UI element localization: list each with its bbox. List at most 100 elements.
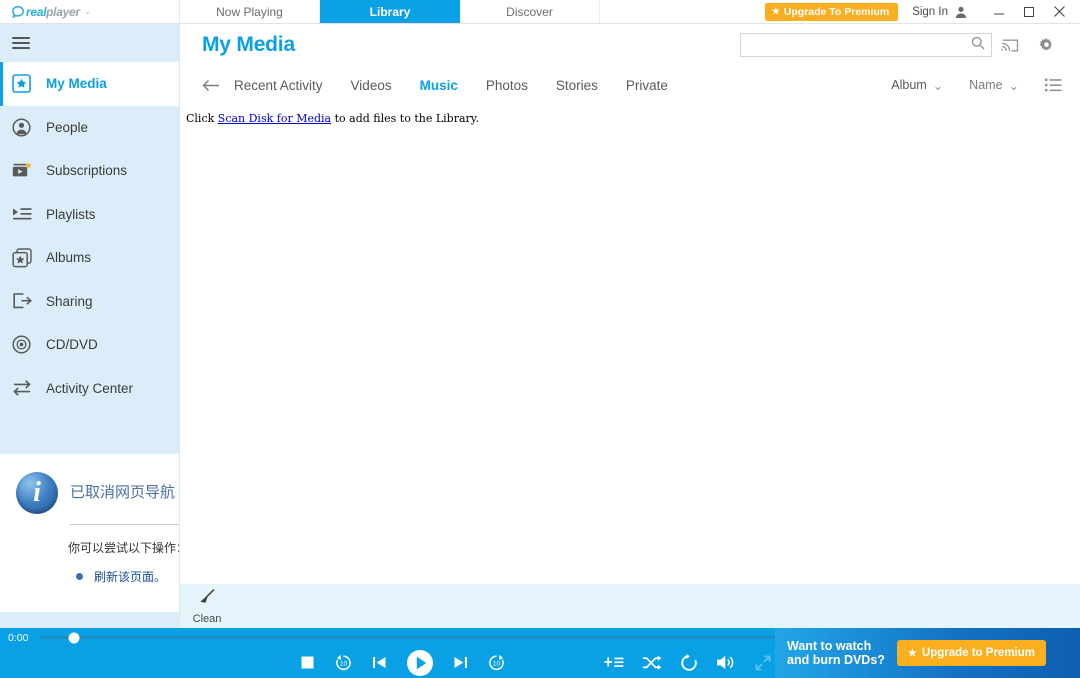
shuffle-button[interactable] bbox=[642, 647, 662, 678]
empty-message-prefix: Click bbox=[186, 112, 218, 125]
broom-icon bbox=[197, 587, 217, 612]
logo-dropdown-caret-icon[interactable]: ⌄ bbox=[84, 6, 92, 17]
cast-icon[interactable] bbox=[992, 31, 1028, 59]
play-button[interactable] bbox=[406, 647, 434, 678]
realplayer-window: realplayer ⌄ Now Playing Library Discove… bbox=[0, 0, 1080, 678]
navigation-canceled-error-panel: i 已取消网页导航 你可以尝试以下操作： 刷新该页面。 bbox=[0, 454, 180, 612]
dvd-promo-line2: and burn DVDs? bbox=[787, 653, 885, 667]
next-track-button[interactable] bbox=[453, 647, 468, 678]
sidebar-toggle-button[interactable] bbox=[0, 24, 179, 62]
sign-in-label: Sign In bbox=[912, 6, 948, 18]
sign-in-button[interactable]: Sign In bbox=[912, 5, 968, 19]
rewind-10-button[interactable]: 10 bbox=[334, 647, 353, 678]
person-icon bbox=[954, 5, 968, 19]
sidebar-item-people[interactable]: People bbox=[0, 106, 179, 150]
close-button[interactable] bbox=[1044, 0, 1074, 24]
group-by-album-dropdown[interactable]: Album ⌄ bbox=[891, 78, 943, 93]
tab-now-playing[interactable]: Now Playing bbox=[180, 0, 320, 23]
minimize-button[interactable] bbox=[984, 0, 1014, 24]
scan-disk-for-media-link[interactable]: Scan Disk for Media bbox=[218, 112, 331, 125]
upgrade-button-label: Upgrade To Premium bbox=[784, 6, 889, 18]
transport-controls: 10 10 bbox=[300, 647, 506, 678]
previous-track-button[interactable] bbox=[372, 647, 387, 678]
realplayer-bubble-logo-icon bbox=[12, 5, 25, 18]
add-to-playlist-button[interactable] bbox=[604, 647, 624, 678]
sidebar-item-label: Playlists bbox=[46, 207, 96, 222]
empty-library-message: Click Scan Disk for Media to add files t… bbox=[180, 104, 1080, 125]
star-icon: ★ bbox=[772, 6, 780, 17]
subtab-photos[interactable]: Photos bbox=[486, 78, 528, 93]
sidebar-item-cd-dvd[interactable]: CD/DVD bbox=[0, 323, 179, 367]
share-arrow-icon bbox=[12, 292, 38, 310]
transfer-arrows-icon bbox=[12, 379, 38, 397]
subtab-recent-activity[interactable]: Recent Activity bbox=[234, 78, 323, 93]
subtab-stories[interactable]: Stories bbox=[556, 78, 598, 93]
clean-button[interactable]: Clean bbox=[180, 584, 234, 625]
bullet-icon bbox=[76, 573, 83, 580]
seek-thumb[interactable] bbox=[69, 632, 80, 643]
sidebar: My Media People Subscriptions bbox=[0, 24, 180, 628]
sidebar-item-label: Albums bbox=[46, 250, 91, 265]
stop-button[interactable] bbox=[300, 647, 315, 678]
header-actions bbox=[740, 31, 1080, 59]
back-arrow-icon[interactable] bbox=[202, 79, 220, 92]
dvd-upgrade-button[interactable]: ★ Upgrade to Premium bbox=[897, 640, 1046, 666]
main-content: My Media bbox=[180, 24, 1080, 628]
sort-by-label: Name bbox=[969, 78, 1002, 92]
sidebar-item-label: CD/DVD bbox=[46, 337, 98, 352]
app-logo[interactable]: realplayer ⌄ bbox=[0, 0, 180, 23]
fullscreen-button[interactable] bbox=[755, 647, 771, 678]
sidebar-item-sharing[interactable]: Sharing bbox=[0, 280, 179, 324]
search-icon[interactable] bbox=[971, 36, 985, 55]
subtab-music[interactable]: Music bbox=[420, 78, 458, 93]
title-bar: realplayer ⌄ Now Playing Library Discove… bbox=[0, 0, 1080, 24]
sub-navigation: Recent Activity Videos Music Photos Stor… bbox=[180, 66, 1080, 104]
svg-text:10: 10 bbox=[340, 661, 348, 668]
albums-star-icon bbox=[12, 248, 38, 268]
svg-text:10: 10 bbox=[493, 661, 501, 668]
title-bar-right: ★ Upgrade To Premium Sign In bbox=[765, 0, 1080, 23]
current-time-label: 0:00 bbox=[8, 632, 40, 644]
main-header: My Media bbox=[180, 24, 1080, 66]
search-box[interactable] bbox=[740, 33, 992, 57]
sidebar-item-label: Activity Center bbox=[46, 381, 133, 396]
playlist-icon bbox=[12, 206, 38, 223]
chevron-down-icon: ⌄ bbox=[1009, 78, 1019, 93]
sidebar-item-activity-center[interactable]: Activity Center bbox=[0, 367, 179, 411]
gear-icon[interactable] bbox=[1028, 31, 1064, 59]
sidebar-item-albums[interactable]: Albums bbox=[0, 236, 179, 280]
error-title: 已取消网页导航 bbox=[70, 472, 175, 502]
player-options bbox=[604, 647, 771, 678]
page-title: My Media bbox=[202, 33, 295, 57]
subscriptions-star-icon bbox=[12, 161, 38, 180]
forward-10-button[interactable]: 10 bbox=[487, 647, 506, 678]
info-icon-glyph: i bbox=[33, 477, 41, 509]
info-icon: i bbox=[16, 472, 58, 514]
list-view-icon[interactable] bbox=[1045, 78, 1062, 92]
error-subtitle: 你可以尝试以下操作： bbox=[68, 539, 180, 556]
dvd-promo-line1: Want to watch bbox=[787, 639, 885, 653]
chevron-down-icon: ⌄ bbox=[933, 78, 943, 93]
tab-library[interactable]: Library bbox=[320, 0, 460, 23]
sidebar-item-playlists[interactable]: Playlists bbox=[0, 193, 179, 237]
sidebar-item-my-media[interactable]: My Media bbox=[0, 62, 179, 106]
clean-button-label: Clean bbox=[193, 613, 222, 625]
search-input[interactable] bbox=[749, 38, 971, 52]
maximize-button[interactable] bbox=[1014, 0, 1044, 24]
sidebar-item-subscriptions[interactable]: Subscriptions bbox=[0, 149, 179, 193]
clean-toolbar: Clean bbox=[180, 584, 1080, 628]
hamburger-icon bbox=[12, 37, 30, 49]
sort-by-name-dropdown[interactable]: Name ⌄ bbox=[969, 78, 1019, 93]
error-suggestion-refresh[interactable]: 刷新该页面。 bbox=[76, 568, 180, 585]
upgrade-to-premium-button[interactable]: ★ Upgrade To Premium bbox=[765, 3, 898, 21]
error-suggestion-label: 刷新该页面。 bbox=[94, 568, 166, 585]
sidebar-item-label: People bbox=[46, 120, 88, 135]
repeat-button[interactable] bbox=[680, 647, 698, 678]
dvd-promo-text: Want to watch and burn DVDs? bbox=[787, 639, 885, 667]
volume-button[interactable] bbox=[716, 647, 737, 678]
logo-text-player: player bbox=[46, 5, 80, 19]
tab-discover[interactable]: Discover bbox=[460, 0, 600, 23]
subtab-private[interactable]: Private bbox=[626, 78, 668, 93]
subtab-videos[interactable]: Videos bbox=[351, 78, 392, 93]
person-circle-icon bbox=[12, 118, 38, 137]
